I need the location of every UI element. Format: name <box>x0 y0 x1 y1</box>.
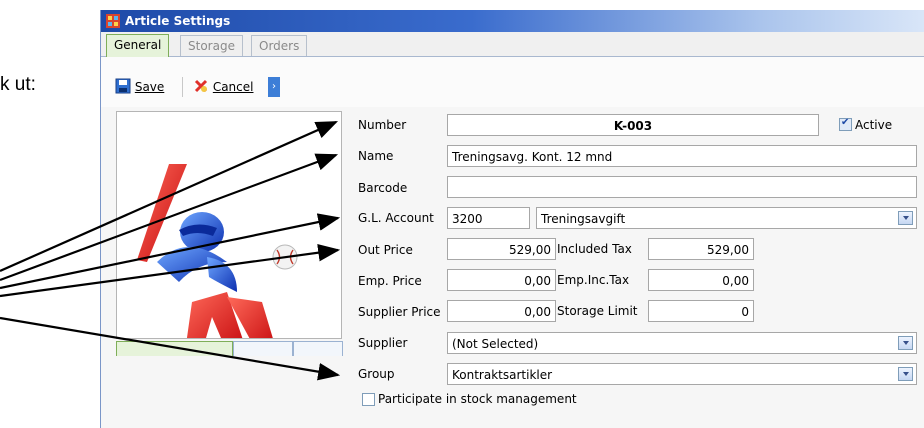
emp-inc-tax-label: Emp.Inc.Tax <box>557 273 630 287</box>
group-select[interactable]: Kontraktsartikler <box>447 363 917 385</box>
app-icon <box>106 14 120 28</box>
barcode-field[interactable] <box>447 176 917 198</box>
chevron-right-icon[interactable]: › <box>268 77 280 97</box>
gl-account-name-value: Treningsavgift <box>541 212 626 226</box>
out-price-label: Out Price <box>358 243 413 257</box>
emp-inc-tax-field[interactable]: 0,00 <box>648 269 754 291</box>
name-label: Name <box>358 149 394 163</box>
storage-limit-field[interactable]: 0 <box>648 300 754 322</box>
cancel-icon <box>194 79 208 93</box>
group-value: Kontraktsartikler <box>452 368 553 382</box>
out-price-field[interactable]: 529,00 <box>447 238 556 260</box>
included-tax-label: Included Tax <box>557 242 632 256</box>
gl-account-code-field[interactable]: 3200 <box>447 207 530 229</box>
supplier-select[interactable]: (Not Selected) <box>447 332 917 354</box>
stock-management-checkbox[interactable] <box>362 393 375 406</box>
save-button[interactable]: Save <box>115 77 164 97</box>
stock-management-label: Participate in stock management <box>378 392 577 406</box>
save-label: Save <box>134 80 165 94</box>
article-settings-window: Article Settings General Storage Orders … <box>100 10 924 428</box>
emp-price-field[interactable]: 0,00 <box>447 269 556 291</box>
storage-limit-label: Storage Limit <box>557 304 638 318</box>
document-text: k ut: <box>0 74 36 95</box>
tab-orders[interactable]: Orders <box>251 35 308 56</box>
gl-account-label: G.L. Account <box>358 211 434 225</box>
tab-general[interactable]: General <box>106 34 170 57</box>
active-label: Active <box>855 118 893 132</box>
picture-tab-1[interactable] <box>116 341 233 356</box>
toolbar-separator <box>182 77 183 97</box>
supplier-value: (Not Selected) <box>452 337 539 351</box>
emp-price-label: Emp. Price <box>358 274 422 288</box>
article-picture[interactable] <box>116 111 342 352</box>
number-field[interactable]: K-003 <box>447 114 819 136</box>
supplier-price-label: Supplier Price <box>358 305 441 319</box>
gl-account-name-select[interactable]: Treningsavgift <box>536 207 917 229</box>
dropdown-arrow-icon[interactable] <box>898 211 913 225</box>
supplier-label: Supplier <box>358 336 408 350</box>
picture-tab-2[interactable] <box>233 341 293 356</box>
baseball-player-image <box>137 164 298 352</box>
number-label: Number <box>358 118 407 132</box>
active-checkbox[interactable] <box>839 117 852 131</box>
picture-tab-3[interactable] <box>293 341 343 356</box>
supplier-price-field[interactable]: 0,00 <box>447 300 556 322</box>
tab-storage[interactable]: Storage <box>180 35 243 56</box>
tab-bar: General Storage Orders <box>101 32 924 57</box>
title-bar: Article Settings <box>101 10 924 32</box>
cancel-label: Cancel <box>212 80 254 94</box>
toolbar: Save Cancel › <box>101 57 924 107</box>
dropdown-arrow-icon[interactable] <box>898 336 913 350</box>
save-icon <box>115 78 131 94</box>
cancel-button[interactable]: Cancel <box>193 77 253 97</box>
name-field[interactable]: Treningsavg. Kont. 12 mnd <box>447 145 917 167</box>
included-tax-field[interactable]: 529,00 <box>648 238 754 260</box>
barcode-label: Barcode <box>358 181 408 195</box>
group-label: Group <box>358 367 395 381</box>
dropdown-arrow-icon[interactable] <box>898 367 913 381</box>
window-title: Article Settings <box>125 14 231 28</box>
